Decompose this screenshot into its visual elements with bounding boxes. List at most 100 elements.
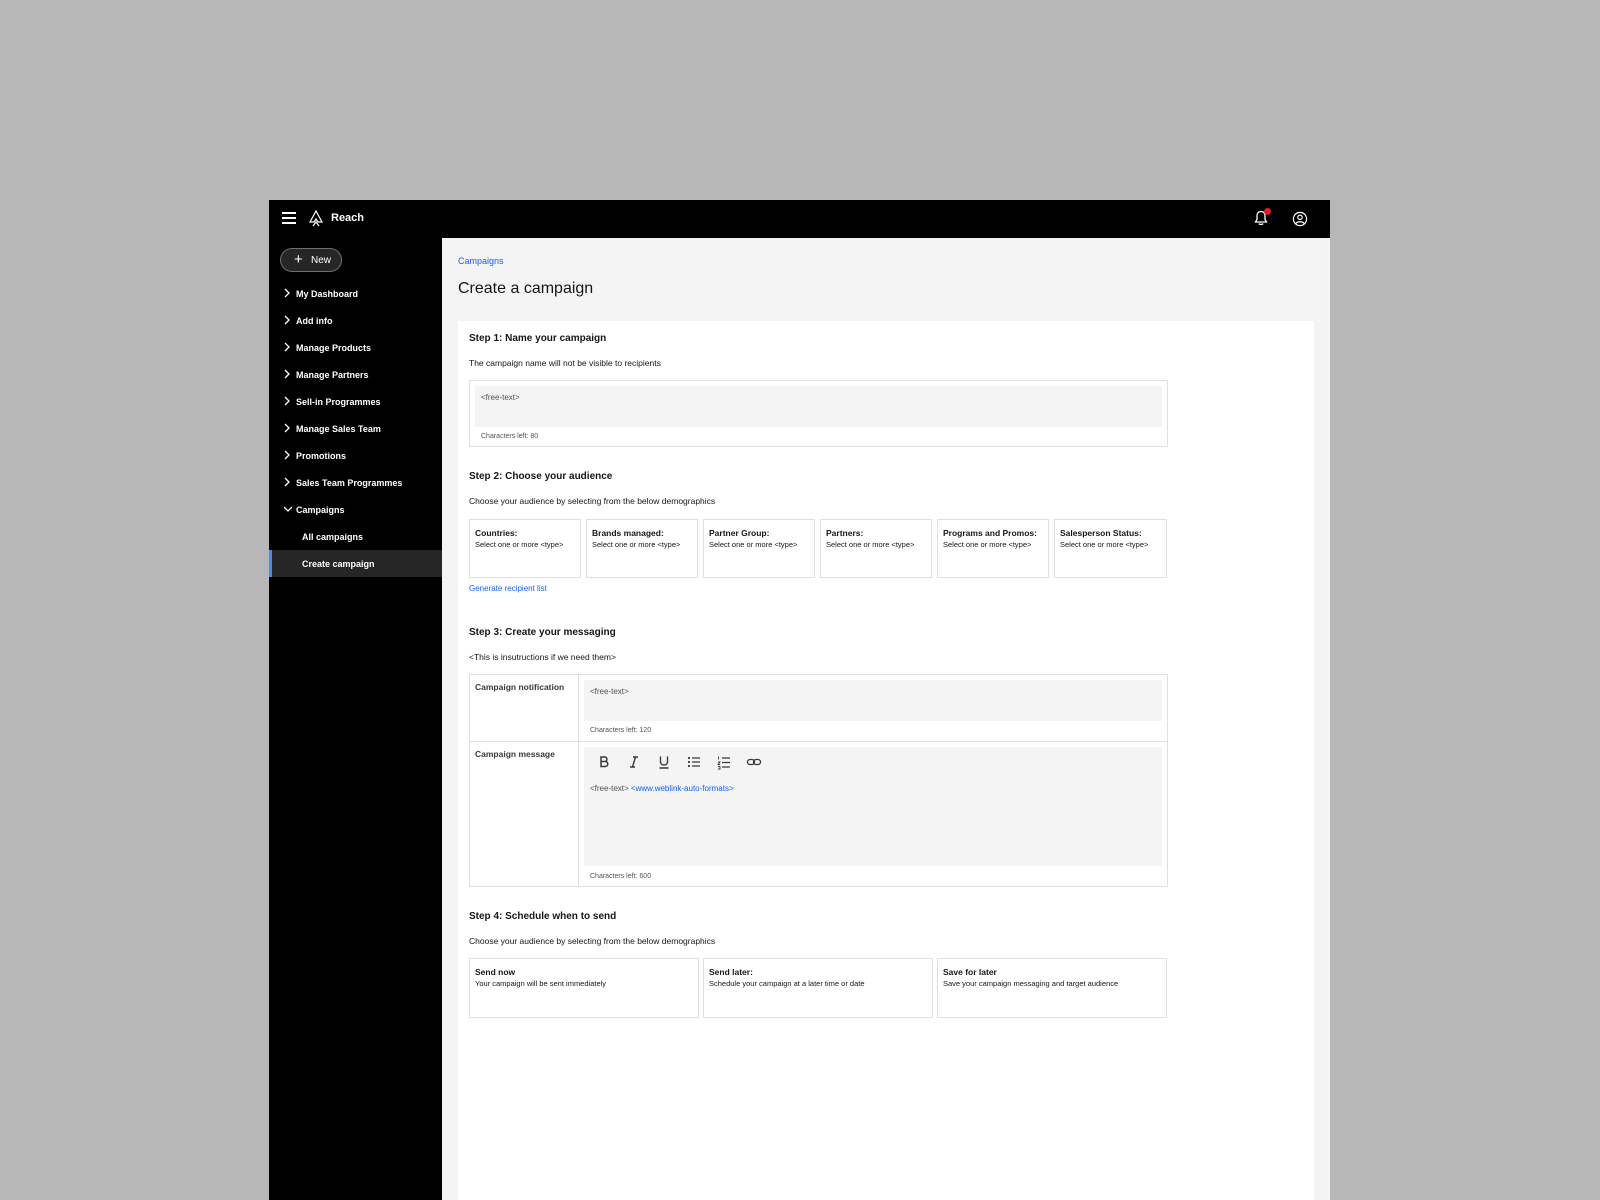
- schedule-save-for-later[interactable]: Save for later Save your campaign messag…: [937, 958, 1167, 1018]
- user-avatar-icon[interactable]: [1292, 211, 1308, 227]
- step1-heading: Step 1: Name your campaign: [469, 333, 607, 344]
- sidebar-item-manage-partners[interactable]: Manage Partners: [269, 361, 442, 388]
- campaign-name-chars-left: Characters left: 80: [481, 433, 539, 440]
- sidebar-item-label: Promotions: [296, 451, 347, 461]
- sidebar-subitem-create-campaign[interactable]: Create campaign: [269, 550, 442, 577]
- sidebar-item-campaigns[interactable]: Campaigns: [269, 496, 442, 523]
- filter-subtitle: Select one or more <type>: [826, 540, 915, 549]
- messaging-table: Campaign notification <free-text> Charac…: [469, 674, 1168, 887]
- filter-subtitle: Select one or more <type>: [592, 540, 681, 549]
- page-title: Create a campaign: [458, 280, 594, 297]
- sidebar-item-label: Sell-in Programmes: [296, 397, 381, 407]
- new-button-label: New: [311, 255, 332, 266]
- filter-title: Partners:: [826, 528, 864, 538]
- logo-icon: [308, 210, 324, 227]
- filter-title: Brands managed:: [592, 528, 664, 538]
- bulleted-list-icon[interactable]: [686, 754, 702, 770]
- message-text: <free-text>: [590, 784, 629, 793]
- filter-subtitle: Select one or more <type>: [709, 540, 798, 549]
- audience-filter-partner-group[interactable]: Partner Group: Select one or more <type>: [703, 519, 815, 578]
- step4-heading: Step 4: Schedule when to send: [469, 911, 617, 922]
- chevron-right-icon: [284, 396, 290, 406]
- bold-icon[interactable]: [596, 754, 612, 770]
- menu-icon[interactable]: [282, 212, 296, 224]
- messaging-divider-vertical: [578, 675, 579, 886]
- filter-subtitle: Select one or more <type>: [943, 540, 1032, 549]
- schedule-option-subtitle: Your campaign will be sent immediately: [475, 979, 607, 988]
- chevron-right-icon: [284, 342, 290, 352]
- sidebar-item-label: My Dashboard: [296, 289, 359, 299]
- campaign-message-label: Campaign message: [475, 749, 555, 759]
- sidebar-item-sales-team-programmes[interactable]: Sales Team Programmes: [269, 469, 442, 496]
- chevron-right-icon: [284, 315, 290, 325]
- campaign-name-input[interactable]: <free-text>: [475, 386, 1162, 427]
- audience-filter-brands[interactable]: Brands managed: Select one or more <type…: [586, 519, 698, 578]
- filter-subtitle: Select one or more <type>: [1060, 540, 1149, 549]
- breadcrumb-campaigns[interactable]: Campaigns: [458, 256, 504, 266]
- chevron-right-icon: [284, 477, 290, 487]
- campaign-message-editor[interactable]: <free-text> <www.weblink-auto-formats>: [584, 777, 1162, 866]
- step1-description: The campaign name will not be visible to…: [469, 358, 661, 368]
- sidebar-item-label: Manage Partners: [296, 370, 369, 380]
- schedule-option-title: Send later:: [709, 967, 753, 977]
- main-content: Campaigns Create a campaign Step 1: Name…: [442, 238, 1330, 1200]
- plus-icon: +: [294, 251, 303, 268]
- link-icon[interactable]: [746, 754, 762, 770]
- schedule-option-subtitle: Save your campaign messaging and target …: [943, 979, 1119, 988]
- chevron-right-icon: [284, 369, 290, 379]
- sidebar-item-promotions[interactable]: Promotions: [269, 442, 442, 469]
- numbered-list-icon[interactable]: [716, 754, 732, 770]
- chevron-down-icon: [283, 506, 293, 512]
- schedule-send-now[interactable]: Send now Your campaign will be sent imme…: [469, 958, 699, 1018]
- audience-filter-programs-promos[interactable]: Programs and Promos: Select one or more …: [937, 519, 1049, 578]
- new-button[interactable]: + New: [280, 248, 342, 272]
- sidebar-item-label: Sales Team Programmes: [296, 478, 403, 488]
- step3-description: <This is insutructions if we need them>: [469, 652, 616, 662]
- schedule-send-later[interactable]: Send later: Schedule your campaign at a …: [703, 958, 933, 1018]
- filter-title: Programs and Promos:: [943, 528, 1037, 538]
- notification-badge: [1264, 208, 1271, 215]
- chevron-right-icon: [284, 423, 290, 433]
- schedule-option-title: Save for later: [943, 967, 997, 977]
- sidebar-item-manage-sales-team[interactable]: Manage Sales Team: [269, 415, 442, 442]
- campaign-notification-input[interactable]: <free-text>: [584, 680, 1162, 721]
- sidebar-item-manage-products[interactable]: Manage Products: [269, 334, 442, 361]
- audience-filter-salesperson-status[interactable]: Salesperson Status: Select one or more <…: [1054, 519, 1167, 578]
- sidebar-item-label: Manage Sales Team: [296, 424, 381, 434]
- generate-recipient-list-link[interactable]: Generate recipient list: [469, 584, 547, 593]
- app-window: Reach + New My Dashboard Add info Manage…: [269, 200, 1330, 1200]
- step2-description: Choose your audience by selecting from t…: [469, 496, 716, 506]
- chevron-right-icon: [284, 450, 290, 460]
- sidebar-item-add-info[interactable]: Add info: [269, 307, 442, 334]
- notification-chars-left: Characters left: 120: [590, 727, 652, 734]
- sidebar-item-label: Campaigns: [296, 505, 345, 515]
- sidebar-subitem-all-campaigns[interactable]: All campaigns: [269, 523, 442, 550]
- italic-icon[interactable]: [626, 754, 642, 770]
- rich-text-toolbar: [584, 747, 1162, 777]
- filter-title: Countries:: [475, 528, 518, 538]
- filter-subtitle: Select one or more <type>: [475, 540, 564, 549]
- sidebar-item-label: Add info: [296, 316, 333, 326]
- campaign-notification-label: Campaign notification: [475, 682, 565, 692]
- top-bar: Reach: [269, 200, 1330, 238]
- sidebar-subitem-label: All campaigns: [302, 532, 364, 542]
- notification-bell-icon[interactable]: [1254, 208, 1271, 231]
- campaign-name-box: <free-text> Characters left: 80: [469, 380, 1168, 447]
- campaign-form-card: Step 1: Name your campaign The campaign …: [458, 321, 1314, 1200]
- sidebar-item-my-dashboard[interactable]: My Dashboard: [269, 280, 442, 307]
- app-title: Reach: [331, 212, 365, 224]
- step2-heading: Step 2: Choose your audience: [469, 471, 613, 482]
- step4-description: Choose your audience by selecting from t…: [469, 936, 716, 946]
- message-weblink[interactable]: <www.weblink-auto-formats>: [631, 784, 734, 793]
- filter-title: Partner Group:: [709, 528, 770, 538]
- sidebar-item-sell-in-programmes[interactable]: Sell-in Programmes: [269, 388, 442, 415]
- audience-filter-countries[interactable]: Countries: Select one or more <type>: [469, 519, 581, 578]
- audience-filter-partners[interactable]: Partners: Select one or more <type>: [820, 519, 932, 578]
- message-chars-left: Characters left: 600: [590, 873, 652, 880]
- chevron-right-icon: [284, 288, 290, 298]
- underline-icon[interactable]: [656, 754, 672, 770]
- filter-title: Salesperson Status:: [1060, 528, 1142, 538]
- messaging-divider-horizontal: [470, 741, 1167, 742]
- sidebar-item-label: Manage Products: [296, 343, 372, 353]
- step3-heading: Step 3: Create your messaging: [469, 627, 616, 638]
